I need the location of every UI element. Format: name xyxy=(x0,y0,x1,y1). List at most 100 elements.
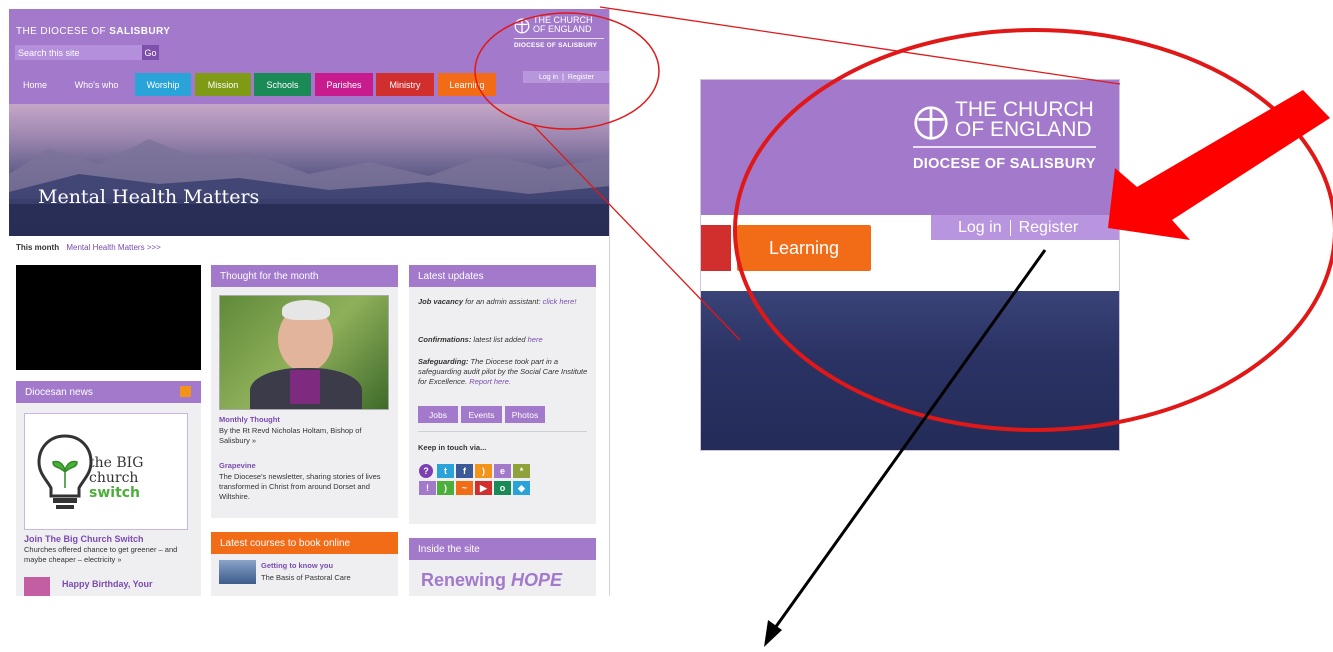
diocesan-news-panel: Diocesan news the BIG church switch Join… xyxy=(16,381,201,596)
search-input[interactable]: Search this site xyxy=(15,45,142,60)
zoom-hero-fragment xyxy=(701,291,1119,450)
zoom-right-edge xyxy=(1119,215,1120,451)
nav-tab-parishes[interactable]: Parishes xyxy=(315,73,373,96)
jobs-button[interactable]: Jobs xyxy=(418,406,458,423)
zoom-register-link[interactable]: Register xyxy=(1019,219,1079,237)
hero-banner[interactable]: Mental Health Matters xyxy=(9,104,609,236)
zoom-nav-spacer xyxy=(701,271,1119,291)
update-safeguarding: Safeguarding: The Diocese took part in a… xyxy=(418,357,590,387)
church-of-england-logo[interactable]: THE CHURCH OF ENGLAND DIOCESE OF SALISBU… xyxy=(514,16,604,54)
monthly-thought-title[interactable]: Monthly Thought xyxy=(219,415,280,425)
photos-button[interactable]: Photos xyxy=(505,406,545,423)
updates-heading-text: Latest updates xyxy=(418,270,484,282)
video-player[interactable] xyxy=(16,265,201,370)
podcast-icon[interactable]: ) xyxy=(437,481,454,495)
zoom-login-register-bar: Log in Register xyxy=(931,215,1119,240)
zoomed-inset: THE CHURCH OF ENGLAND DIOCESE OF SALISBU… xyxy=(700,79,1120,451)
youtube-icon[interactable]: ▶ xyxy=(475,481,492,495)
updates-heading: Latest updates xyxy=(409,265,596,287)
nav-tab-whos-who[interactable]: Who's who xyxy=(63,73,130,96)
cross-icon xyxy=(914,106,948,140)
zoom-ministry-tab-edge[interactable] xyxy=(701,225,731,271)
zoom-learning-tab[interactable]: Learning xyxy=(737,225,871,271)
question-icon[interactable]: ? xyxy=(419,464,433,478)
thought-heading-text: Thought for the month xyxy=(220,270,319,282)
news-item2-title[interactable]: Happy Birthday, Your xyxy=(62,579,153,589)
update3-bold: Safeguarding: xyxy=(418,357,469,366)
courses-panel: Latest courses to book online Getting to… xyxy=(211,532,398,596)
zoom-logo-line3: DIOCESE OF SALISBURY xyxy=(913,156,1096,172)
nav-tab-mission[interactable]: Mission xyxy=(195,73,251,96)
rss-icon[interactable] xyxy=(180,386,191,397)
inside-site-panel: Inside the site Renewing HOPE xyxy=(409,538,596,596)
keep-in-touch-label: Keep in touch via... xyxy=(418,443,487,452)
inside-site-heading-text: Inside the site xyxy=(418,543,480,555)
main-nav: Home Who's who Worship Mission Schools P… xyxy=(9,73,609,96)
grapevine-title[interactable]: Grapevine xyxy=(219,461,256,471)
update2-text: latest list added xyxy=(471,335,528,344)
nav-tab-home[interactable]: Home xyxy=(11,73,59,96)
news-item-text: Churches offered chance to get greener –… xyxy=(24,545,178,564)
facebook-icon[interactable]: f xyxy=(456,464,473,478)
update2-bold: Confirmations: xyxy=(418,335,472,344)
course-title[interactable]: Getting to know you xyxy=(261,561,333,571)
update2-link[interactable]: here xyxy=(528,335,543,344)
updates-divider xyxy=(418,431,587,432)
news-thumbnail[interactable] xyxy=(24,577,50,596)
logo-line2: OF ENGLAND xyxy=(533,24,592,34)
zoom-logo-divider xyxy=(913,146,1096,148)
update-job-vacancy: Job vacancy for an admin assistant: clic… xyxy=(418,297,590,307)
mountain-lake-image xyxy=(9,139,609,236)
black-arrowhead xyxy=(764,620,782,647)
site-title-name: SALISBURY xyxy=(109,26,171,37)
thought-panel: Thought for the month Monthly Thought By… xyxy=(211,265,398,518)
course-thumbnail[interactable] xyxy=(219,560,256,584)
monthly-thought-text: By the Rt Revd Nicholas Holtam, Bishop o… xyxy=(219,426,362,445)
nav-tab-worship[interactable]: Worship xyxy=(135,73,191,96)
this-month-link[interactable]: Mental Health Matters >>> xyxy=(66,243,161,252)
search-go-button[interactable]: Go xyxy=(142,45,159,60)
this-month-bar: This month Mental Health Matters >>> xyxy=(16,243,161,252)
twitter-icon[interactable]: t xyxy=(437,464,454,478)
soundcloud-icon[interactable]: ~ xyxy=(456,481,473,495)
lightbulb-icon xyxy=(37,434,93,509)
site-title[interactable]: THE DIOCESE OF SALISBURY xyxy=(16,26,170,37)
hope-text: HOPE xyxy=(511,570,563,590)
prayer-icon[interactable]: ! xyxy=(419,481,436,495)
site-title-prefix: THE DIOCESE OF xyxy=(16,26,107,37)
annotated-screenshot: THE DIOCESE OF SALISBURY Search this sit… xyxy=(0,0,1333,652)
courses-heading-text: Latest courses to book online xyxy=(220,537,351,549)
update1-link[interactable]: click here! xyxy=(543,297,577,306)
cross-icon xyxy=(514,18,530,34)
diocesan-news-heading-text: Diocesan news xyxy=(25,386,93,398)
thought-heading: Thought for the month xyxy=(211,265,398,287)
zoom-connector-top xyxy=(599,6,1121,85)
nav-tab-schools[interactable]: Schools xyxy=(254,73,311,96)
flower-icon[interactable]: * xyxy=(513,464,530,478)
nav-tab-learning[interactable]: Learning xyxy=(438,73,496,96)
zoom-login-link[interactable]: Log in xyxy=(958,219,1002,237)
logo-line3: DIOCESE OF SALISBURY xyxy=(514,42,598,49)
inside-site-heading: Inside the site xyxy=(409,538,596,560)
logo-divider xyxy=(514,38,604,39)
renewing-hope-banner[interactable]: Renewing HOPE xyxy=(421,570,562,591)
nav-tab-ministry[interactable]: Ministry xyxy=(376,73,434,96)
courses-heading: Latest courses to book online xyxy=(211,532,398,554)
big-church-switch-promo[interactable]: the BIG church switch xyxy=(24,413,188,530)
globe-icon[interactable]: o xyxy=(494,481,511,495)
update1-text: for an admin assistant: xyxy=(463,297,543,306)
course-text: The Basis of Pastoral Care xyxy=(261,573,351,582)
bishop-photo[interactable] xyxy=(219,295,389,410)
diocesan-news-heading: Diocesan news xyxy=(16,381,201,403)
renewing-text: Renewing xyxy=(421,570,512,590)
dropbox-icon[interactable]: ◆ xyxy=(513,481,530,495)
rss-feed-icon[interactable]: ) xyxy=(475,464,492,478)
email-icon[interactable]: e xyxy=(494,464,511,478)
update3-link[interactable]: Report here. xyxy=(469,377,511,386)
red-pointer-arrow xyxy=(1108,90,1330,240)
news-item-title[interactable]: Join The Big Church Switch xyxy=(24,534,144,544)
this-month-label: This month xyxy=(16,243,60,252)
update1-bold: Job vacancy xyxy=(418,297,464,306)
events-button[interactable]: Events xyxy=(461,406,502,423)
promo-line1: the BIG xyxy=(89,455,144,471)
